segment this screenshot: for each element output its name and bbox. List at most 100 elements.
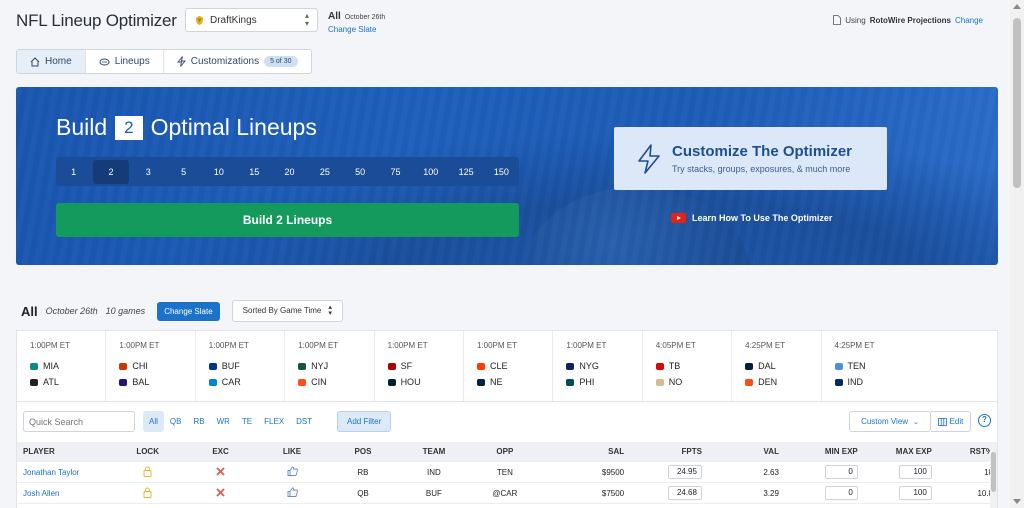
game-card[interactable]: 1:00PM ET NYG PHI (553, 331, 643, 401)
player-team: IND (427, 467, 441, 477)
change-projection-link[interactable]: Change (955, 16, 983, 25)
away-team: MIA (30, 358, 105, 374)
count-option[interactable]: 100 (413, 160, 448, 184)
column-header[interactable]: RST% (940, 447, 997, 456)
count-option[interactable]: 10 (201, 160, 236, 184)
scroll-up-arrow[interactable] (1013, 4, 1021, 9)
position-filter-qb[interactable]: QB (164, 411, 188, 432)
position-filter-rb[interactable]: RB (187, 411, 210, 432)
count-option[interactable]: 3 (131, 160, 166, 184)
column-header[interactable]: TEAM (398, 447, 469, 456)
count-option-selected[interactable]: 2 (93, 159, 129, 184)
game-card[interactable]: 1:00PM ET CLE NE (464, 331, 554, 401)
change-slate-link[interactable]: Change Slate (328, 25, 385, 34)
page-scrollbar[interactable] (1010, 0, 1024, 508)
home-team: HOU (387, 374, 463, 390)
max-exposure-input[interactable]: 100 (898, 465, 932, 479)
customize-optimizer-card[interactable]: Customize The Optimizer Try stacks, grou… (614, 127, 887, 190)
count-option[interactable]: 1 (56, 160, 91, 184)
add-filter-button[interactable]: Add Filter (337, 411, 392, 432)
hero-banner: Build 2 Optimal Lineups 1 2 3 5 10 15 20… (16, 87, 998, 265)
column-header[interactable]: MAX EXP (866, 447, 940, 456)
edit-columns-button[interactable]: Edit (931, 411, 971, 432)
team-logo-icon (208, 362, 217, 370)
fpts-input[interactable]: 24.95 (667, 465, 702, 479)
scrollbar-thumb[interactable] (1013, 18, 1021, 188)
count-option[interactable]: 15 (237, 160, 272, 184)
learn-optimizer-link[interactable]: Learn How To Use The Optimizer (671, 213, 832, 223)
column-header[interactable]: FPTS (624, 447, 710, 456)
lock-icon[interactable] (111, 487, 185, 500)
like-icon[interactable] (257, 466, 328, 478)
position-filter-dst[interactable]: DST (290, 411, 318, 432)
build-lineups-button[interactable]: Build 2 Lineups (56, 203, 519, 237)
change-slate-button[interactable]: Change Slate (157, 301, 220, 321)
table-scrollbar[interactable] (990, 444, 997, 508)
count-option[interactable]: 5 (166, 160, 201, 184)
column-header[interactable]: SAL (540, 447, 624, 456)
fpts-input[interactable]: 24.68 (667, 486, 702, 500)
column-header[interactable]: OPP (469, 447, 540, 456)
table-row: Jonathan Taylor RB IND TEN $9500 24.95 2.63 0 10… (17, 462, 997, 483)
count-option[interactable]: 50 (343, 160, 378, 184)
bolt-icon (176, 56, 186, 67)
max-exposure-input[interactable]: 100 (898, 486, 932, 500)
count-option[interactable]: 25 (307, 160, 342, 184)
column-header[interactable]: LOCK (111, 447, 185, 456)
player-table: PLAYER LOCK EXC LIKE POS TEAM OPP SAL FP… (16, 442, 998, 508)
home-team: PHI (566, 374, 641, 390)
help-icon[interactable]: ? (978, 414, 991, 427)
tab-customizations[interactable]: Customizations 5 of 30 (164, 50, 311, 73)
game-card[interactable]: 1:00PM ET CHI BAL (106, 331, 196, 401)
slate-name: All (21, 303, 38, 319)
sort-select[interactable]: Sorted By Game Time ▴ ▾ (231, 300, 343, 322)
away-team-abbr: DAL (758, 361, 776, 371)
exclude-icon[interactable] (185, 466, 257, 478)
game-card[interactable]: 4:25PM ET TEN IND (822, 331, 997, 401)
home-team: NE (476, 374, 552, 390)
home-icon (30, 56, 40, 66)
like-icon[interactable] (257, 487, 328, 499)
tab-label: Lineups (114, 56, 150, 67)
custom-view-select[interactable]: Custom View ⌄ (849, 411, 931, 432)
count-option[interactable]: 75 (378, 160, 413, 184)
team-logo-icon (476, 362, 485, 370)
column-header[interactable]: VAL (710, 447, 779, 456)
position-filter-all[interactable]: All (143, 411, 164, 432)
game-card[interactable]: 1:00PM ET BUF CAR (196, 331, 286, 401)
away-team-abbr: CLE (489, 361, 508, 371)
column-header[interactable]: EXC (185, 447, 257, 456)
game-card[interactable]: 1:00PM ET NYJ CIN (285, 331, 375, 401)
player-name-link[interactable]: Jonathan Taylor (17, 468, 111, 477)
lock-icon[interactable] (111, 466, 185, 479)
game-card[interactable]: 1:00PM ET SF HOU (375, 331, 464, 401)
column-header[interactable]: PLAYER (17, 447, 111, 456)
bolt-icon (638, 143, 660, 174)
quick-search-input[interactable] (23, 411, 135, 432)
game-card[interactable]: 1:00PM ET MIA ATL (17, 331, 107, 401)
tab-lineups[interactable]: Lineups (86, 50, 164, 73)
count-option[interactable]: 20 (272, 160, 307, 184)
count-option[interactable]: 125 (448, 160, 483, 184)
count-option[interactable]: 150 (484, 160, 519, 184)
min-exposure-input[interactable]: 0 (824, 465, 858, 479)
game-card[interactable]: 4:05PM ET TB NO (643, 331, 733, 401)
exclude-icon[interactable] (185, 487, 257, 499)
game-time: 4:25PM ET (834, 341, 875, 350)
customizations-count-badge: 5 of 30 (264, 56, 298, 67)
column-header[interactable]: LIKE (257, 447, 328, 456)
min-exposure-input[interactable]: 0 (824, 486, 858, 500)
away-team-abbr: MIA (43, 361, 60, 371)
column-header[interactable]: MIN EXP (779, 447, 866, 456)
scroll-down-arrow[interactable] (1013, 499, 1021, 504)
position-filter-wr[interactable]: WR (211, 411, 236, 432)
player-name-link[interactable]: Josh Allen (17, 489, 111, 498)
tab-home[interactable]: Home (17, 50, 86, 73)
position-filter-flex[interactable]: FLEX (258, 411, 290, 432)
page-title: NFL Lineup Optimizer (16, 11, 177, 30)
position-filter-te[interactable]: TE (236, 411, 258, 432)
table-header: PLAYER LOCK EXC LIKE POS TEAM OPP SAL FP… (17, 442, 997, 462)
site-select[interactable]: DraftKings ▴ ▾ (185, 8, 318, 32)
column-header[interactable]: POS (328, 447, 399, 456)
game-card[interactable]: 4:25PM ET DAL DEN (732, 331, 822, 401)
